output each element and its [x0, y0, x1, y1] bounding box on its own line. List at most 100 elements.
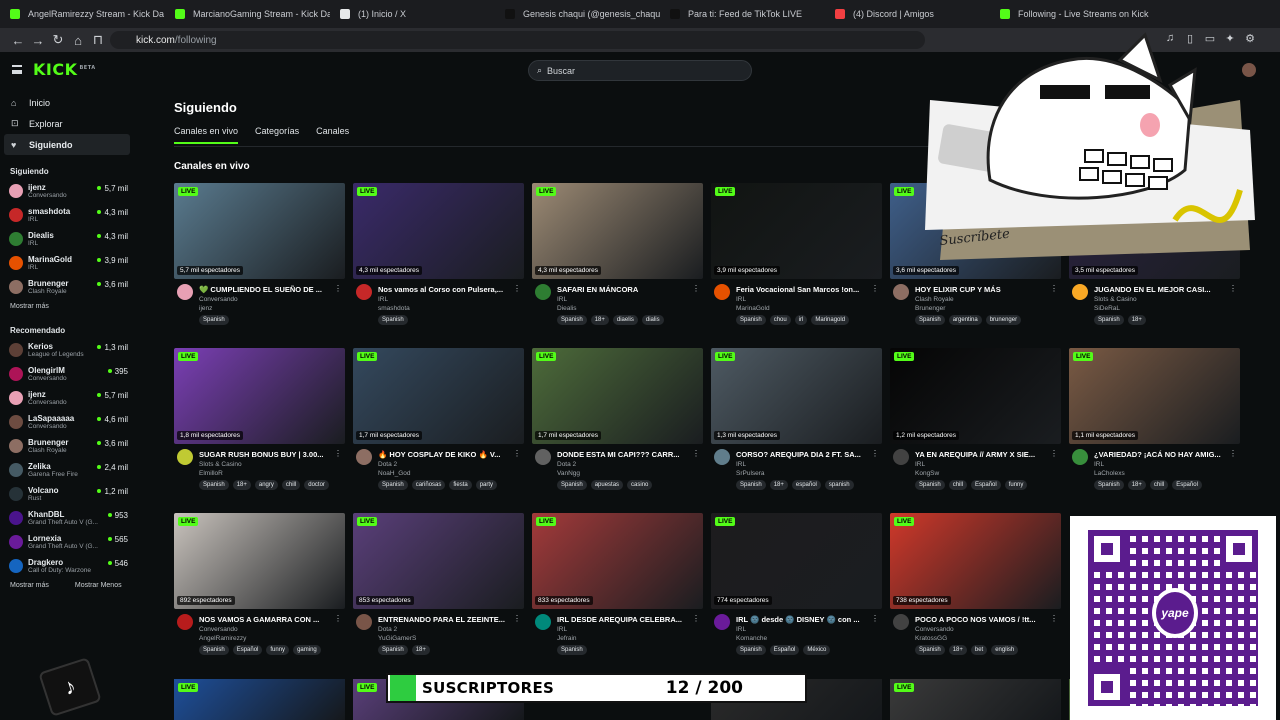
- more-options-icon[interactable]: ⋮: [334, 284, 342, 293]
- streamer-avatar[interactable]: [356, 614, 372, 630]
- more-options-icon[interactable]: ⋮: [513, 614, 521, 623]
- streamer-avatar[interactable]: [893, 449, 909, 465]
- sidebar-channel[interactable]: KhanDBL Grand Theft Auto V (G... 953: [0, 507, 140, 531]
- more-options-icon[interactable]: ⋮: [1050, 284, 1058, 293]
- stream-tag[interactable]: Spanish: [557, 315, 587, 325]
- stream-card[interactable]: LIVE 833 espectadores IRL DESDE AREQUIPA C…: [532, 513, 703, 661]
- sidebar-channel[interactable]: ijenz Conversando 5,7 mil: [0, 180, 140, 204]
- stream-tag[interactable]: Spanish: [378, 315, 408, 325]
- more-options-icon[interactable]: ⋮: [692, 614, 700, 623]
- streamer-name[interactable]: AngelRamirezzy: [199, 635, 246, 642]
- stream-thumbnail[interactable]: LIVE 853 espectadores: [353, 513, 524, 609]
- stream-category[interactable]: IRL: [557, 626, 567, 633]
- more-options-icon[interactable]: ⋮: [871, 449, 879, 458]
- stream-thumbnail[interactable]: LIVE 1,7 mil espectadores: [353, 348, 524, 444]
- streamer-avatar[interactable]: [714, 614, 730, 630]
- stream-category[interactable]: IRL: [736, 461, 746, 468]
- stream-card[interactable]: LIVE 1,7 mil espectadores 🔥 HOY COSPLAY DE…: [353, 348, 524, 496]
- streamer-avatar[interactable]: [535, 614, 551, 630]
- stream-thumbnail[interactable]: LIVE 1,1 mil espectadores: [1069, 348, 1240, 444]
- stream-tag[interactable]: México: [803, 645, 831, 655]
- streamer-avatar[interactable]: [714, 449, 730, 465]
- sidebar-nav-explorar[interactable]: ⊡ Explorar: [4, 113, 130, 134]
- streamer-name[interactable]: smashdota: [378, 305, 410, 312]
- stream-thumbnail[interactable]: LIVE 4,3 mil espectadores: [532, 183, 703, 279]
- browser-tab[interactable]: AngelRamirezzy Stream - Kick Da: [0, 0, 165, 28]
- sidebar-channel[interactable]: Volcano Rust 1,2 mil: [0, 483, 140, 507]
- stream-tag[interactable]: Español: [971, 480, 1001, 490]
- stream-card[interactable]: LIVE 5,7 mil espectadores 💚 CUMPLIENDO EL …: [174, 183, 345, 331]
- stream-category[interactable]: Dota 2: [557, 461, 576, 468]
- sidebar-channel[interactable]: Brunenger Clash Royale 3,6 mil: [0, 435, 140, 459]
- stream-tag[interactable]: chill: [281, 480, 301, 490]
- browser-tab[interactable]: (1) Inicio / X: [330, 0, 495, 28]
- stream-title[interactable]: 💚 CUMPLIENDO EL SUEÑO DE ...: [199, 285, 334, 294]
- menu-icon[interactable]: [12, 65, 22, 74]
- sidebar-channel[interactable]: Lornexia Grand Theft Auto V (G... 565: [0, 531, 140, 555]
- show-more-recommended[interactable]: Mostrar más: [10, 582, 49, 589]
- stream-tag[interactable]: funny: [266, 645, 290, 655]
- streamer-name[interactable]: ElmilloR: [199, 470, 223, 477]
- streamer-name[interactable]: Brunenger: [915, 305, 945, 312]
- sidebar-channel[interactable]: Dragkero Call of Duty: Warzone 546: [0, 555, 140, 579]
- stream-thumbnail[interactable]: LIVE 4,3 mil espectadores: [353, 183, 524, 279]
- stream-tag[interactable]: Spanish: [736, 480, 766, 490]
- browser-tab[interactable]: Para ti: Feed de TikTok LIVE: [660, 0, 825, 28]
- stream-tag[interactable]: Español: [232, 645, 263, 655]
- sidebar-channel[interactable]: LaSapaaaaa Conversando 4,6 mil: [0, 411, 140, 435]
- browser-tab[interactable]: (4) Discord | Amigos: [825, 0, 990, 28]
- stream-thumbnail[interactable]: LIVE: [174, 679, 345, 720]
- stream-tag[interactable]: Spanish: [378, 645, 408, 655]
- stream-title[interactable]: IRL DESDE AREQUIPA CELEBRA...: [557, 615, 692, 624]
- bookmark-icon[interactable]: ⊓: [88, 30, 108, 50]
- stream-thumbnail[interactable]: LIVE 1,8 mil espectadores: [174, 348, 345, 444]
- streamer-name[interactable]: SiDeRaL: [1094, 305, 1120, 312]
- stream-thumbnail[interactable]: LIVE 1,7 mil espectadores: [532, 348, 703, 444]
- stream-category[interactable]: Slots & Casino: [1094, 296, 1137, 303]
- streamer-avatar[interactable]: [356, 449, 372, 465]
- stream-tag[interactable]: diaelis: [612, 315, 638, 325]
- streamer-avatar[interactable]: [177, 614, 193, 630]
- sidebar-nav-siguiendo[interactable]: ♥ Siguiendo: [4, 134, 130, 155]
- stream-card[interactable]: LIVE 3,9 mil espectadores Feria Vocacional…: [711, 183, 882, 331]
- more-options-icon[interactable]: ⋮: [334, 614, 342, 623]
- sidebar-channel[interactable]: smashdota IRL 4,3 mil: [0, 204, 140, 228]
- stream-tag[interactable]: argentina: [948, 315, 982, 325]
- sidebar-channel[interactable]: Zelika Garena Free Fire 2,4 mil: [0, 459, 140, 483]
- show-more-following[interactable]: Mostrar más: [10, 303, 49, 310]
- stream-tag[interactable]: Spanish: [557, 480, 587, 490]
- streamer-name[interactable]: KratossGG: [915, 635, 947, 642]
- stream-thumbnail[interactable]: LIVE 892 espectadores: [174, 513, 345, 609]
- stream-tag[interactable]: doctor: [304, 480, 329, 490]
- stream-tag[interactable]: 18+: [1127, 480, 1146, 490]
- search-input[interactable]: ⌕ Buscar: [528, 60, 752, 81]
- streamer-avatar[interactable]: [714, 284, 730, 300]
- stream-tag[interactable]: fiesta: [449, 480, 472, 490]
- show-less-recommended[interactable]: Mostrar Menos: [75, 582, 122, 589]
- stream-tag[interactable]: Spanish: [1094, 315, 1124, 325]
- stream-card[interactable]: LIVE 853 espectadores ENTRENANDO PARA EL Z…: [353, 513, 524, 661]
- stream-title[interactable]: YA EN AREQUIPA // ARMY X SIE...: [915, 450, 1050, 459]
- stream-tag[interactable]: Spanish: [915, 315, 945, 325]
- stream-card[interactable]: LIVE 774 espectadores IRL 🌚 desde 🌚 DISNEY…: [711, 513, 882, 661]
- streamer-name[interactable]: KongSw: [915, 470, 939, 477]
- stream-tag[interactable]: chill: [1149, 480, 1169, 490]
- streamer-avatar[interactable]: [893, 284, 909, 300]
- streamer-avatar[interactable]: [893, 614, 909, 630]
- stream-tag[interactable]: angry: [254, 480, 278, 490]
- more-options-icon[interactable]: ⋮: [692, 449, 700, 458]
- streamer-name[interactable]: LaCholexs: [1094, 470, 1125, 477]
- stream-tag[interactable]: casino: [627, 480, 653, 490]
- streamer-name[interactable]: YuGiGamerS: [378, 635, 416, 642]
- browser-tab[interactable]: Genesis chaqui (@genesis_chaqui) |: [495, 0, 660, 28]
- stream-tag[interactable]: Spanish: [199, 480, 229, 490]
- stream-title[interactable]: NOS VAMOS A GAMARRA CON ...: [199, 615, 334, 624]
- stream-tag[interactable]: Spanish: [1094, 480, 1124, 490]
- stream-tag[interactable]: español: [791, 480, 821, 490]
- stream-tag[interactable]: english: [991, 645, 1019, 655]
- stream-thumbnail[interactable]: LIVE: [890, 679, 1061, 720]
- stream-title[interactable]: POCO A POCO NOS VAMOS / !tt...: [915, 615, 1050, 624]
- stream-title[interactable]: Feria Vocacional San Marcos !on...: [736, 285, 871, 294]
- stream-tag[interactable]: funny: [1004, 480, 1028, 490]
- stream-tag[interactable]: party: [475, 480, 498, 490]
